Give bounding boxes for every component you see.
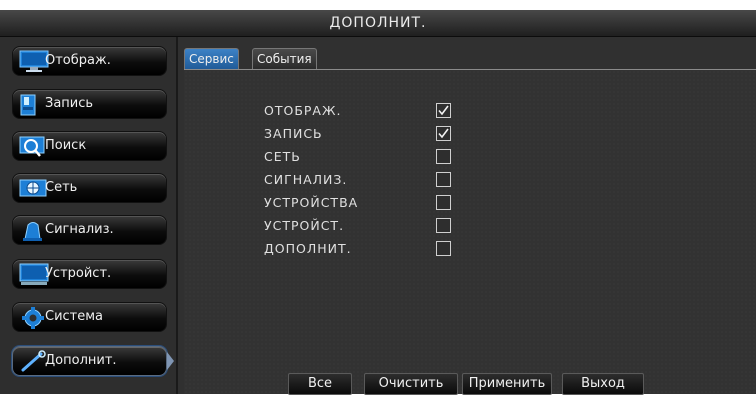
clear-button[interactable]: Очистить [364,373,458,395]
sidebar-item-label: Запись [45,96,94,111]
option-label: ЗАПИСЬ [264,126,323,141]
sidebar-item-network[interactable]: Сеть [12,173,167,203]
option-checkbox-devices[interactable] [436,195,451,210]
option-row-display: ОТОБРАЖ. [184,100,756,122]
service-options-panel: ОТОБРАЖ. ЗАПИСЬ СЕТЬ СИГНАЛИЗ. УСТРОЙСТВ… [184,70,756,394]
sidebar: Отображ. Запись Поиск Сеть Сигнализ. Уст… [0,37,178,394]
option-checkbox-network[interactable] [436,149,451,164]
sidebar-item-display[interactable]: Отображ. [12,46,167,76]
apply-button[interactable]: Применить [462,373,552,395]
sidebar-item-search[interactable]: Поиск [12,131,167,161]
option-label: ОТОБРАЖ. [264,103,342,118]
option-label: СЕТЬ [264,149,301,164]
sidebar-item-device[interactable]: Устройст. [12,259,167,289]
sidebar-item-advanced[interactable]: Дополнит. [12,346,174,376]
option-checkbox-advanced[interactable] [436,241,451,256]
option-checkbox-alarm[interactable] [436,172,451,187]
tab-service[interactable]: Сервис [184,48,239,69]
sidebar-item-label: Сеть [45,180,78,195]
dvr-screen: ДОПОЛНИТ. Отображ. Запись Поиск Сеть Сиг… [0,10,756,395]
sidebar-item-label: Отображ. [45,53,111,68]
option-row-devices: УСТРОЙСТВА [184,192,756,214]
sidebar-item-label: Устройст. [45,266,112,281]
option-checkbox-record[interactable] [436,126,451,141]
sidebar-item-alarm[interactable]: Сигнализ. [12,215,167,245]
option-row-network: СЕТЬ [184,146,756,168]
sidebar-item-label: Дополнит. [45,353,117,368]
option-row-alarm: СИГНАЛИЗ. [184,169,756,191]
tab-bar: Сервис События [184,47,756,70]
option-label: УСТРОЙСТ. [264,218,345,233]
window-title: ДОПОЛНИТ. [0,10,756,37]
sidebar-item-record[interactable]: Запись [12,89,167,119]
exit-button[interactable]: Выход [562,373,644,395]
option-label: УСТРОЙСТВА [264,195,359,210]
option-row-advanced: ДОПОЛНИТ. [184,238,756,260]
option-row-record: ЗАПИСЬ [184,123,756,145]
option-checkbox-display[interactable] [436,103,451,118]
option-label: ДОПОЛНИТ. [264,241,352,256]
tab-events[interactable]: События [252,48,317,69]
active-indicator-icon [167,352,174,370]
select-all-button[interactable]: Все [288,373,352,395]
sidebar-item-system[interactable]: Система [12,302,167,332]
option-checkbox-device[interactable] [436,218,451,233]
sidebar-item-label: Поиск [45,138,87,153]
main-panel: Сервис События ОТОБРАЖ. ЗАПИСЬ СЕТЬ СИГН… [178,37,756,395]
sidebar-item-label: Система [45,309,104,324]
option-row-device: УСТРОЙСТ. [184,215,756,237]
option-label: СИГНАЛИЗ. [264,172,348,187]
sidebar-item-label: Сигнализ. [45,222,114,237]
